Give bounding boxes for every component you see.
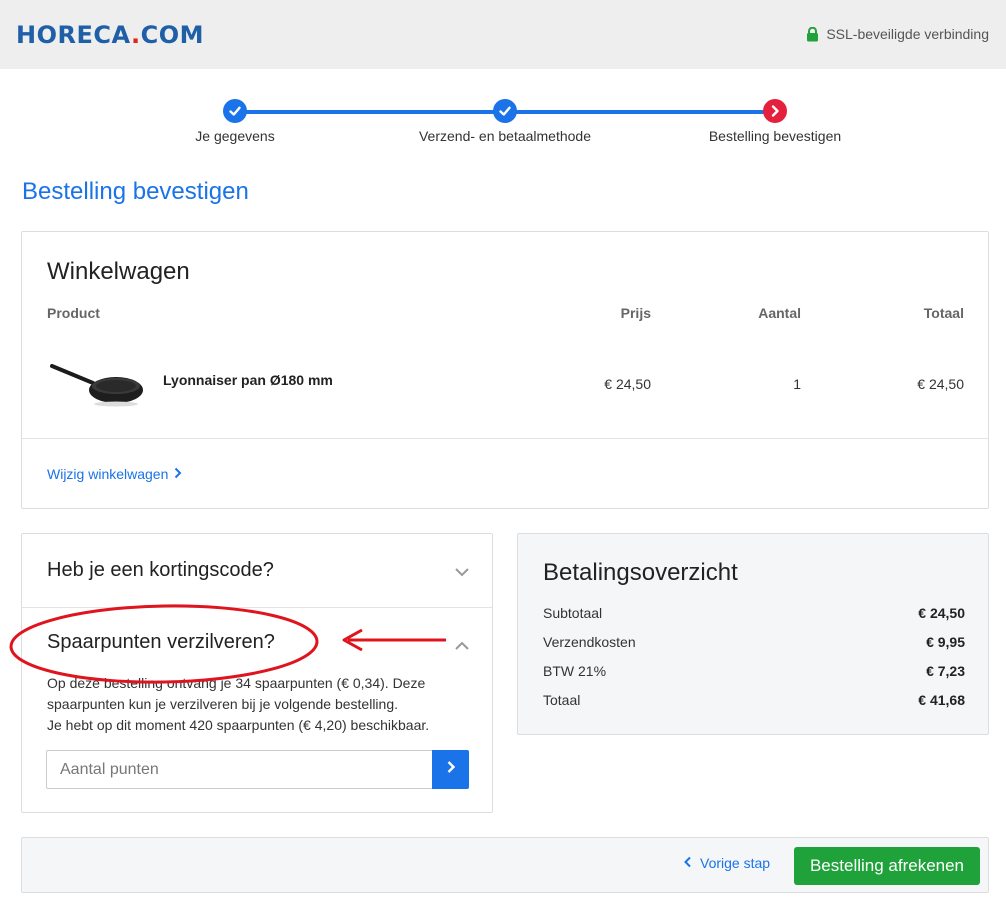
summary-value: € 7,23 <box>926 663 965 679</box>
product-total: € 24,50 <box>917 376 964 392</box>
product-qty: 1 <box>793 376 801 392</box>
summary-value: € 9,95 <box>926 634 965 650</box>
step-label: Bestelling bevestigen <box>708 128 842 144</box>
top-bar: HORECA.COM SSL-beveiligde verbinding <box>0 0 1006 69</box>
column-header-qty: Aantal <box>758 305 801 321</box>
edit-cart-label: Wijzig winkelwagen <box>47 466 169 482</box>
logo-text: HORECA <box>16 21 131 49</box>
lock-icon <box>806 26 819 42</box>
column-header-price: Prijs <box>620 305 651 321</box>
chevron-down-icon[interactable] <box>454 564 470 582</box>
divider <box>22 607 492 608</box>
ssl-text: SSL-beveiligde verbinding <box>826 26 989 42</box>
points-title: Spaarpunten verzilveren? <box>47 631 275 653</box>
check-icon <box>493 99 517 123</box>
cart-panel: Winkelwagen Product Prijs Aantal Totaal … <box>21 231 989 509</box>
ssl-indicator: SSL-beveiligde verbinding <box>806 26 989 42</box>
promo-panel: Heb je een kortingscode? Spaarpunten ver… <box>21 533 493 813</box>
points-available-text: Je hebt op dit moment 420 spaarpunten (€… <box>47 717 430 733</box>
checkout-button[interactable]: Bestelling afrekenen <box>794 847 980 885</box>
step-shipping-payment: Verzend- en betaalmethode <box>395 99 615 144</box>
checkout-footer: Vorige stap Bestelling afrekenen <box>21 837 989 893</box>
previous-step-label: Vorige stap <box>700 855 771 871</box>
horeca-logo[interactable]: HORECA.COM <box>16 21 204 49</box>
summary-value: € 24,50 <box>918 605 965 621</box>
summary-label: Subtotaal <box>543 605 603 621</box>
column-header-total: Totaal <box>923 305 964 321</box>
divider <box>22 438 988 439</box>
summary-row-shipping: Verzendkosten € 9,95 <box>543 634 965 650</box>
discount-code-title: Heb je een kortingscode? <box>47 559 274 581</box>
summary-row-total: Totaal € 41,68 <box>543 692 965 708</box>
summary-value: € 41,68 <box>918 692 965 708</box>
chevron-right-icon <box>174 466 182 482</box>
step-label: Je gegevens <box>195 128 275 144</box>
summary-label: BTW 21% <box>543 663 607 679</box>
summary-label: Verzendkosten <box>543 634 636 650</box>
chevron-up-icon[interactable] <box>454 638 470 656</box>
step-confirm: Bestelling bevestigen <box>665 99 885 144</box>
check-icon <box>223 99 247 123</box>
page-title: Bestelling bevestigen <box>22 178 249 205</box>
chevron-right-icon <box>763 99 787 123</box>
product-image[interactable] <box>49 360 145 413</box>
step-label: Verzend- en betaalmethode <box>418 128 591 144</box>
summary-row-vat: BTW 21% € 7,23 <box>543 663 965 679</box>
payment-summary-panel: Betalingsoverzicht Subtotaal € 24,50 Ver… <box>517 533 989 735</box>
previous-step-link[interactable]: Vorige stap <box>684 855 770 871</box>
summary-row-subtotal: Subtotaal € 24,50 <box>543 605 965 621</box>
edit-cart-link[interactable]: Wijzig winkelwagen <box>47 466 182 482</box>
summary-title: Betalingsoverzicht <box>543 559 738 586</box>
logo-tld: COM <box>140 21 205 49</box>
product-name[interactable]: Lyonnaiser pan Ø180 mm <box>163 372 333 388</box>
summary-label: Totaal <box>543 692 581 708</box>
points-input[interactable] <box>46 750 433 789</box>
column-header-product: Product <box>47 305 100 321</box>
chevron-left-icon <box>684 855 692 871</box>
product-price: € 24,50 <box>604 376 651 392</box>
cart-title: Winkelwagen <box>47 258 190 285</box>
apply-points-button[interactable] <box>432 750 469 789</box>
step-details: Je gegevens <box>125 99 345 144</box>
points-earned-text: Op deze bestelling ontvang je 34 spaarpu… <box>47 675 426 712</box>
points-description: Op deze bestelling ontvang je 34 spaarpu… <box>47 673 467 736</box>
logo-dot: . <box>131 21 141 49</box>
chevron-right-icon <box>446 760 456 779</box>
